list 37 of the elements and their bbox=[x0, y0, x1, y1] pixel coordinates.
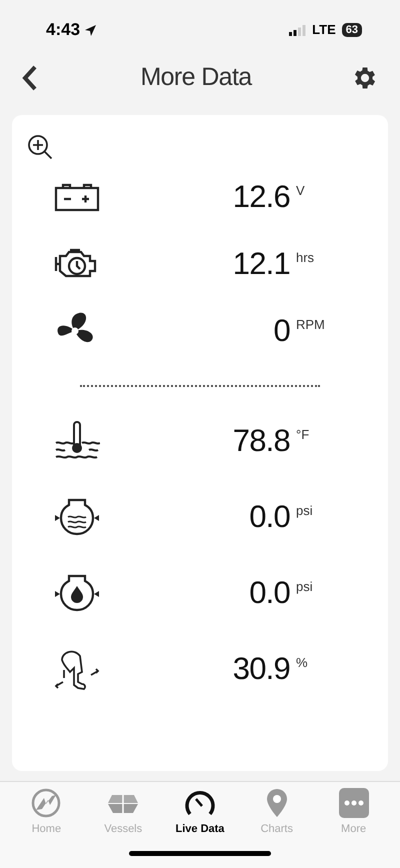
reading-value: 12.1 bbox=[232, 244, 290, 283]
tab-button[interactable]: Vessels bbox=[88, 788, 158, 839]
thermometer-waves-icon bbox=[54, 421, 100, 461]
more-icon[interactable] bbox=[338, 788, 369, 818]
tab-button[interactable]: Charts bbox=[242, 788, 312, 839]
pressure-waves-icon bbox=[54, 498, 100, 536]
tab-button[interactable]: Live Data bbox=[164, 788, 235, 839]
zoom-in-button[interactable] bbox=[26, 133, 54, 161]
reading-value: 0 bbox=[272, 312, 290, 350]
zoom-in-icon bbox=[27, 134, 53, 160]
battery-icon bbox=[54, 182, 100, 212]
pressure-drop-icon bbox=[54, 574, 100, 612]
reading-value: 0.0 bbox=[248, 498, 290, 536]
reading-value: 12.6 bbox=[232, 178, 290, 216]
logo-icon[interactable] bbox=[31, 788, 62, 818]
tab-button[interactable]: Home bbox=[11, 788, 82, 839]
clock-time: 4:43 bbox=[46, 19, 80, 42]
unit-label: °F bbox=[296, 426, 310, 444]
reading-value: 30.9 bbox=[232, 650, 290, 688]
tab-button[interactable]: More bbox=[318, 788, 389, 839]
unit-label: psi bbox=[296, 502, 313, 520]
outboard-motor-icon bbox=[54, 648, 100, 690]
network-label: LTE bbox=[312, 21, 336, 40]
signal-icon bbox=[289, 24, 306, 36]
unit-label: hrs bbox=[296, 249, 314, 267]
location-arrow-icon bbox=[84, 24, 98, 36]
unit-label: RPM bbox=[296, 316, 325, 334]
unit-label: % bbox=[296, 654, 308, 672]
map-pin-icon[interactable] bbox=[266, 788, 288, 818]
gauge-icon[interactable] bbox=[184, 789, 216, 817]
back-icon bbox=[22, 65, 38, 91]
reading-value: 78.8 bbox=[232, 422, 290, 460]
battery-indicator: 63 bbox=[342, 23, 362, 37]
unit-label: psi bbox=[296, 578, 313, 596]
page-title: More Data bbox=[140, 62, 252, 94]
unit-label: V bbox=[296, 182, 305, 200]
reading-value: 0.0 bbox=[248, 574, 290, 612]
